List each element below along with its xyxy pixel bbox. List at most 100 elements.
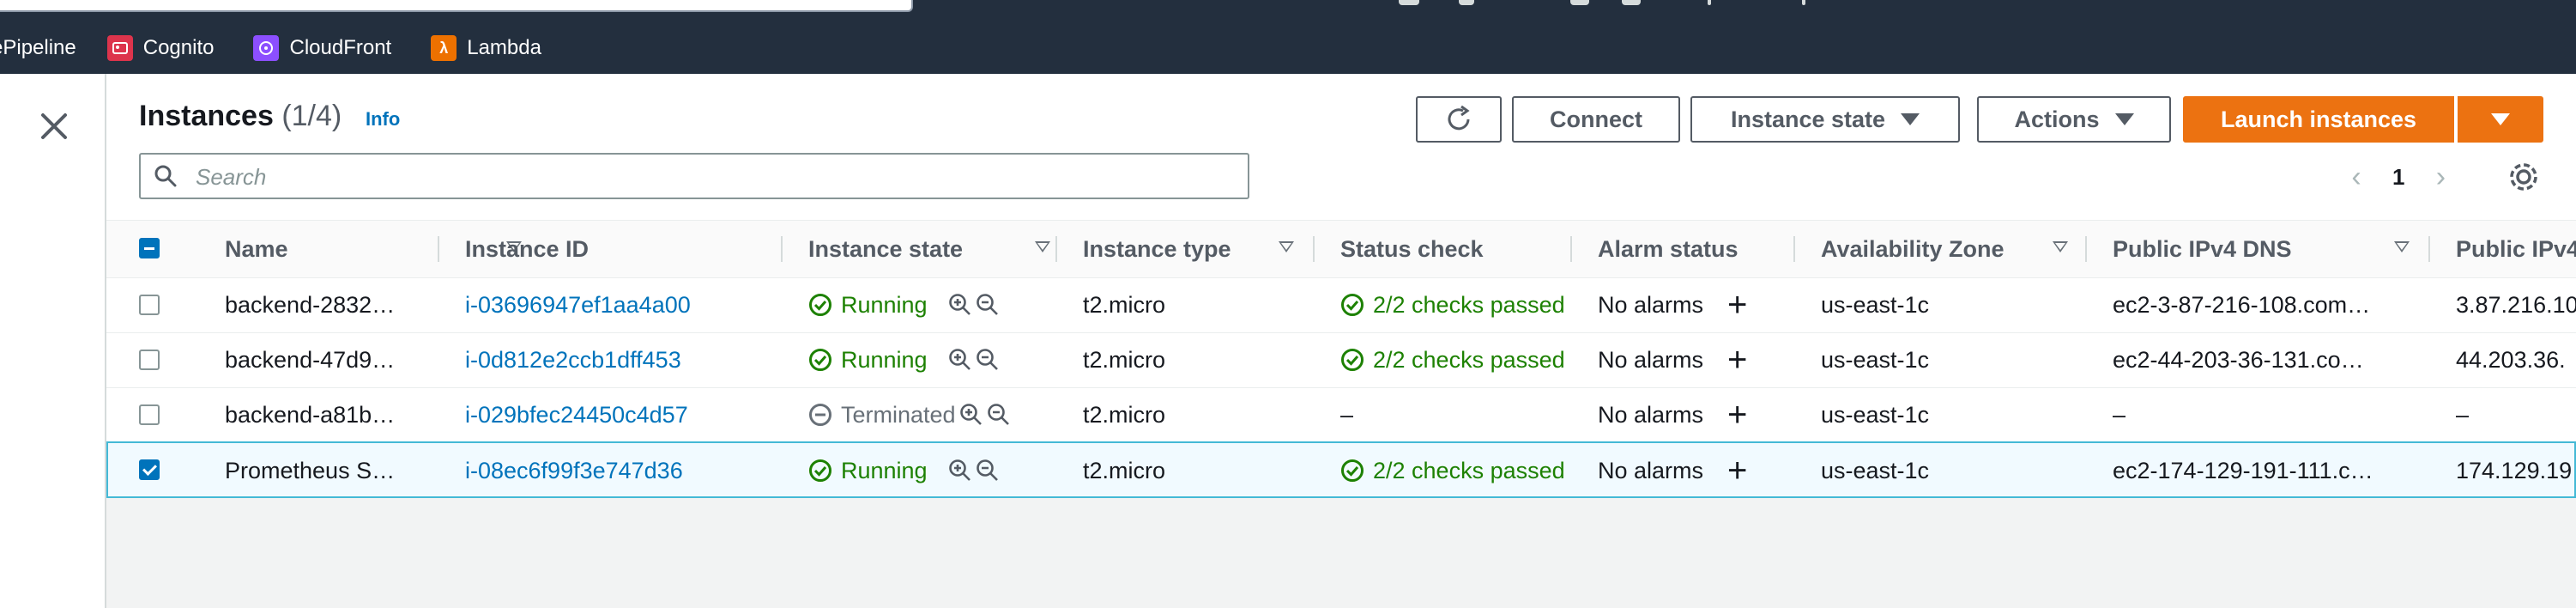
row-checkbox[interactable]	[139, 350, 160, 370]
instance-state-text: Terminated	[841, 401, 956, 428]
sort-icon	[1279, 241, 1294, 252]
zoom-out-icon[interactable]	[976, 348, 1000, 372]
next-page-icon[interactable]: ›	[2430, 160, 2451, 194]
search-input[interactable]	[194, 160, 1227, 194]
table-row-selected[interactable]: Prometheus S… i-08ec6f99f3e747d36 Runnin…	[106, 441, 2576, 498]
add-alarm-icon[interactable]: +	[1727, 341, 1747, 380]
refresh-button[interactable]	[1416, 96, 1502, 143]
actions-dropdown[interactable]: Actions	[1977, 96, 2171, 143]
favorite-label: CloudFront	[289, 36, 392, 59]
column-header-status-check[interactable]: Status check	[1340, 221, 1598, 277]
zoom-in-icon[interactable]	[959, 403, 983, 427]
column-header-alarm-status[interactable]: Alarm status	[1598, 221, 1821, 277]
column-header-availability-zone[interactable]: Availability Zone	[1821, 221, 2113, 277]
alarm-status-cell: No alarms +	[1598, 387, 1821, 442]
instance-type: t2.micro	[1083, 401, 1166, 428]
column-resizer[interactable]	[1570, 236, 1572, 262]
launch-options-dropdown[interactable]	[2458, 96, 2543, 143]
favorites-bar: ePipeline Cognito CloudFront λ Lambda	[0, 29, 581, 67]
close-icon[interactable]	[34, 110, 74, 149]
column-resizer[interactable]	[1313, 236, 1315, 262]
help-icon[interactable]	[1570, 0, 1589, 5]
previous-page-icon[interactable]: ‹	[2346, 160, 2367, 194]
instance-id-link[interactable]: i-0d812e2ccb1dff453	[465, 332, 774, 387]
select-all-checkbox[interactable]	[139, 238, 160, 258]
public-ip: 3.87.216.10	[2456, 291, 2576, 318]
status-check-cell: 2/2 checks passed	[1340, 443, 1598, 498]
connect-label: Connect	[1550, 106, 1642, 132]
column-resizer[interactable]	[438, 236, 439, 262]
check-circle-icon	[809, 459, 831, 482]
cognito-icon	[106, 35, 133, 61]
column-header-instance-id[interactable]: Instance ID	[465, 221, 774, 277]
global-search-input[interactable]	[0, 0, 913, 12]
alarm-status-cell: No alarms +	[1598, 277, 1821, 332]
zoom-out-icon[interactable]	[987, 403, 1011, 427]
public-ip: 44.203.36.	[2456, 346, 2566, 373]
table-row[interactable]: backend-a81b… i-029bfec24450c4d57 Termin…	[106, 387, 2576, 443]
zoom-in-icon[interactable]	[948, 293, 972, 317]
instance-id-link[interactable]: i-029bfec24450c4d57	[465, 387, 774, 442]
row-checkbox[interactable]	[139, 404, 160, 425]
instance-state-cell: Running	[808, 277, 1066, 332]
zoom-in-icon[interactable]	[948, 348, 972, 372]
instance-state-dropdown[interactable]: Instance state	[1690, 96, 1960, 143]
column-resizer[interactable]	[2428, 236, 2430, 262]
instance-search[interactable]	[139, 153, 1249, 199]
check-circle-icon	[809, 349, 831, 371]
notifications-icon[interactable]	[1459, 0, 1474, 5]
cloudshell-icon[interactable]	[1399, 0, 1419, 5]
status-check-cell: –	[1340, 401, 1354, 428]
info-link[interactable]: Info	[366, 108, 400, 131]
status-check-text: 2/2 checks passed	[1373, 457, 1565, 483]
public-ip: 174.129.19	[2456, 457, 2573, 483]
state-filter-icons	[959, 403, 1011, 427]
favorite-label: Lambda	[467, 36, 541, 59]
column-resizer[interactable]	[1055, 236, 1057, 262]
gear-icon[interactable]	[2506, 160, 2541, 194]
column-header-instance-type[interactable]: Instance type	[1083, 221, 1340, 277]
column-header-instance-state[interactable]: Instance state	[808, 221, 1066, 277]
column-header-public-dns[interactable]: Public IPv4 DNS	[2113, 221, 2456, 277]
column-resizer[interactable]	[1793, 236, 1795, 262]
status-check-text: 2/2 checks passed	[1373, 291, 1565, 318]
add-alarm-icon[interactable]: +	[1727, 452, 1747, 490]
launch-label: Launch instances	[2220, 106, 2417, 132]
add-alarm-icon[interactable]: +	[1727, 396, 1747, 435]
instance-state-text: Running	[841, 346, 928, 373]
column-label: Instance state	[808, 235, 964, 262]
zoom-out-icon[interactable]	[976, 293, 1000, 317]
instance-name: backend-47d9…	[225, 346, 396, 373]
column-label: Instance type	[1083, 235, 1231, 262]
availability-zone: us-east-1c	[1821, 346, 1930, 373]
row-checkbox[interactable]	[139, 295, 160, 315]
column-resizer[interactable]	[2085, 236, 2087, 262]
pagination: ‹ 1 ›	[2346, 160, 2451, 194]
settings-icon[interactable]	[1622, 0, 1641, 5]
row-checkbox[interactable]	[139, 459, 160, 480]
column-label: Public IPv4	[2456, 235, 2576, 262]
instance-type: t2.micro	[1083, 346, 1166, 373]
status-check-text: 2/2 checks passed	[1373, 346, 1565, 373]
instance-id-link[interactable]: i-08ec6f99f3e747d36	[465, 443, 774, 498]
column-resizer[interactable]	[781, 236, 783, 262]
column-header-public-ip[interactable]: Public IPv4	[2456, 221, 2576, 277]
connect-button[interactable]: Connect	[1512, 96, 1680, 143]
current-page[interactable]: 1	[2392, 164, 2404, 191]
favorite-lambda[interactable]: λ Lambda	[431, 35, 541, 61]
favorite-codepipeline[interactable]: ePipeline	[0, 36, 76, 60]
alarm-status-cell: No alarms +	[1598, 332, 1821, 387]
add-alarm-icon[interactable]: +	[1727, 286, 1747, 325]
public-dns: –	[2113, 401, 2126, 428]
column-label: Name	[225, 235, 288, 262]
zoom-out-icon[interactable]	[976, 459, 1000, 483]
favorite-cloudfront[interactable]: CloudFront	[253, 35, 391, 61]
caret-down-icon	[1901, 113, 1920, 125]
instance-id-link[interactable]: i-03696947ef1aa4a00	[465, 277, 774, 332]
favorite-cognito[interactable]: Cognito	[106, 35, 214, 61]
zoom-in-icon[interactable]	[948, 459, 972, 483]
launch-instances-button[interactable]: Launch instances	[2183, 96, 2454, 143]
table-row[interactable]: backend-47d9… i-0d812e2ccb1dff453 Runnin…	[106, 332, 2576, 388]
alarm-status-text: No alarms	[1598, 291, 1704, 318]
table-row[interactable]: backend-2832… i-03696947ef1aa4a00 Runnin…	[106, 277, 2576, 333]
